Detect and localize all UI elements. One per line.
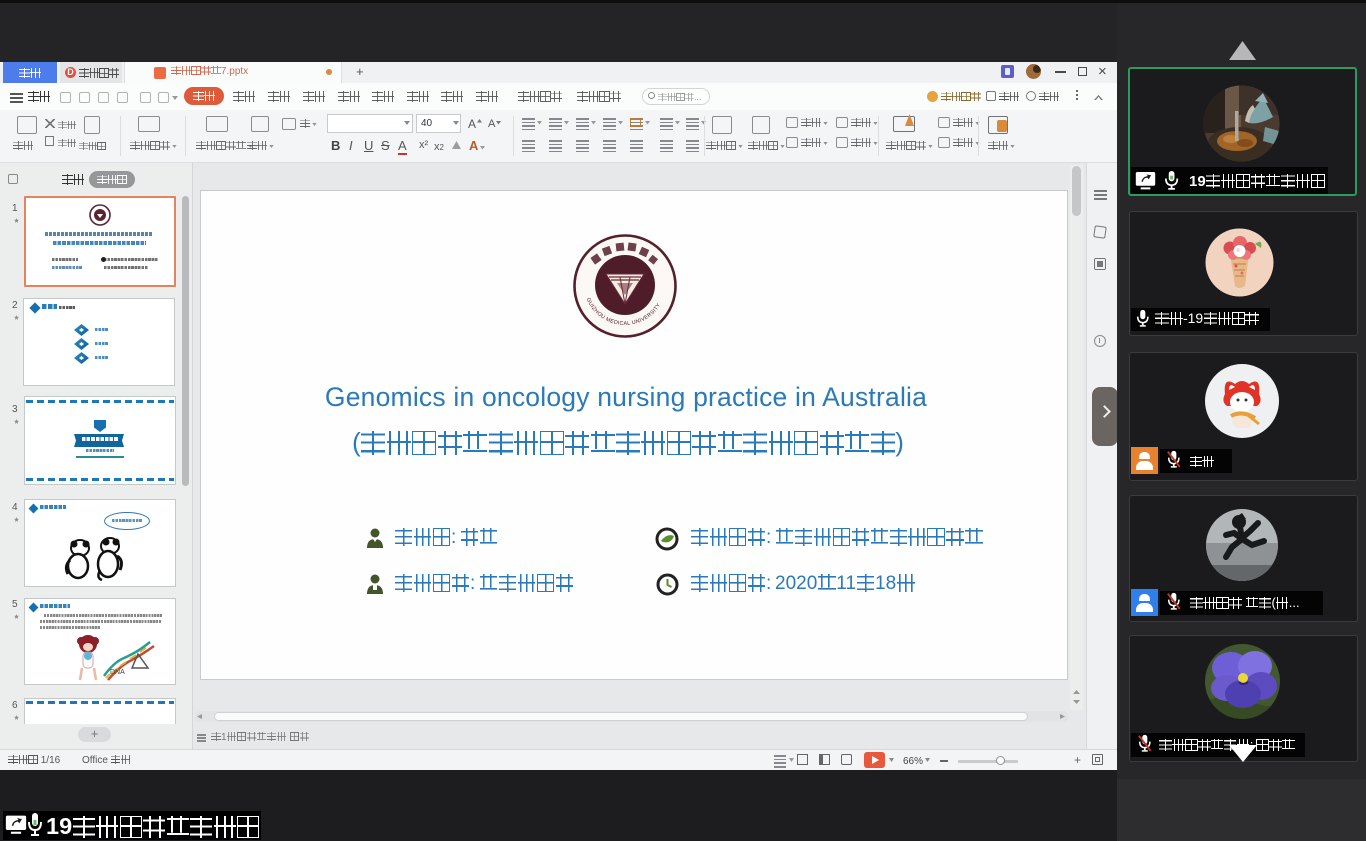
svg-text:DNA: DNA [110, 669, 125, 676]
